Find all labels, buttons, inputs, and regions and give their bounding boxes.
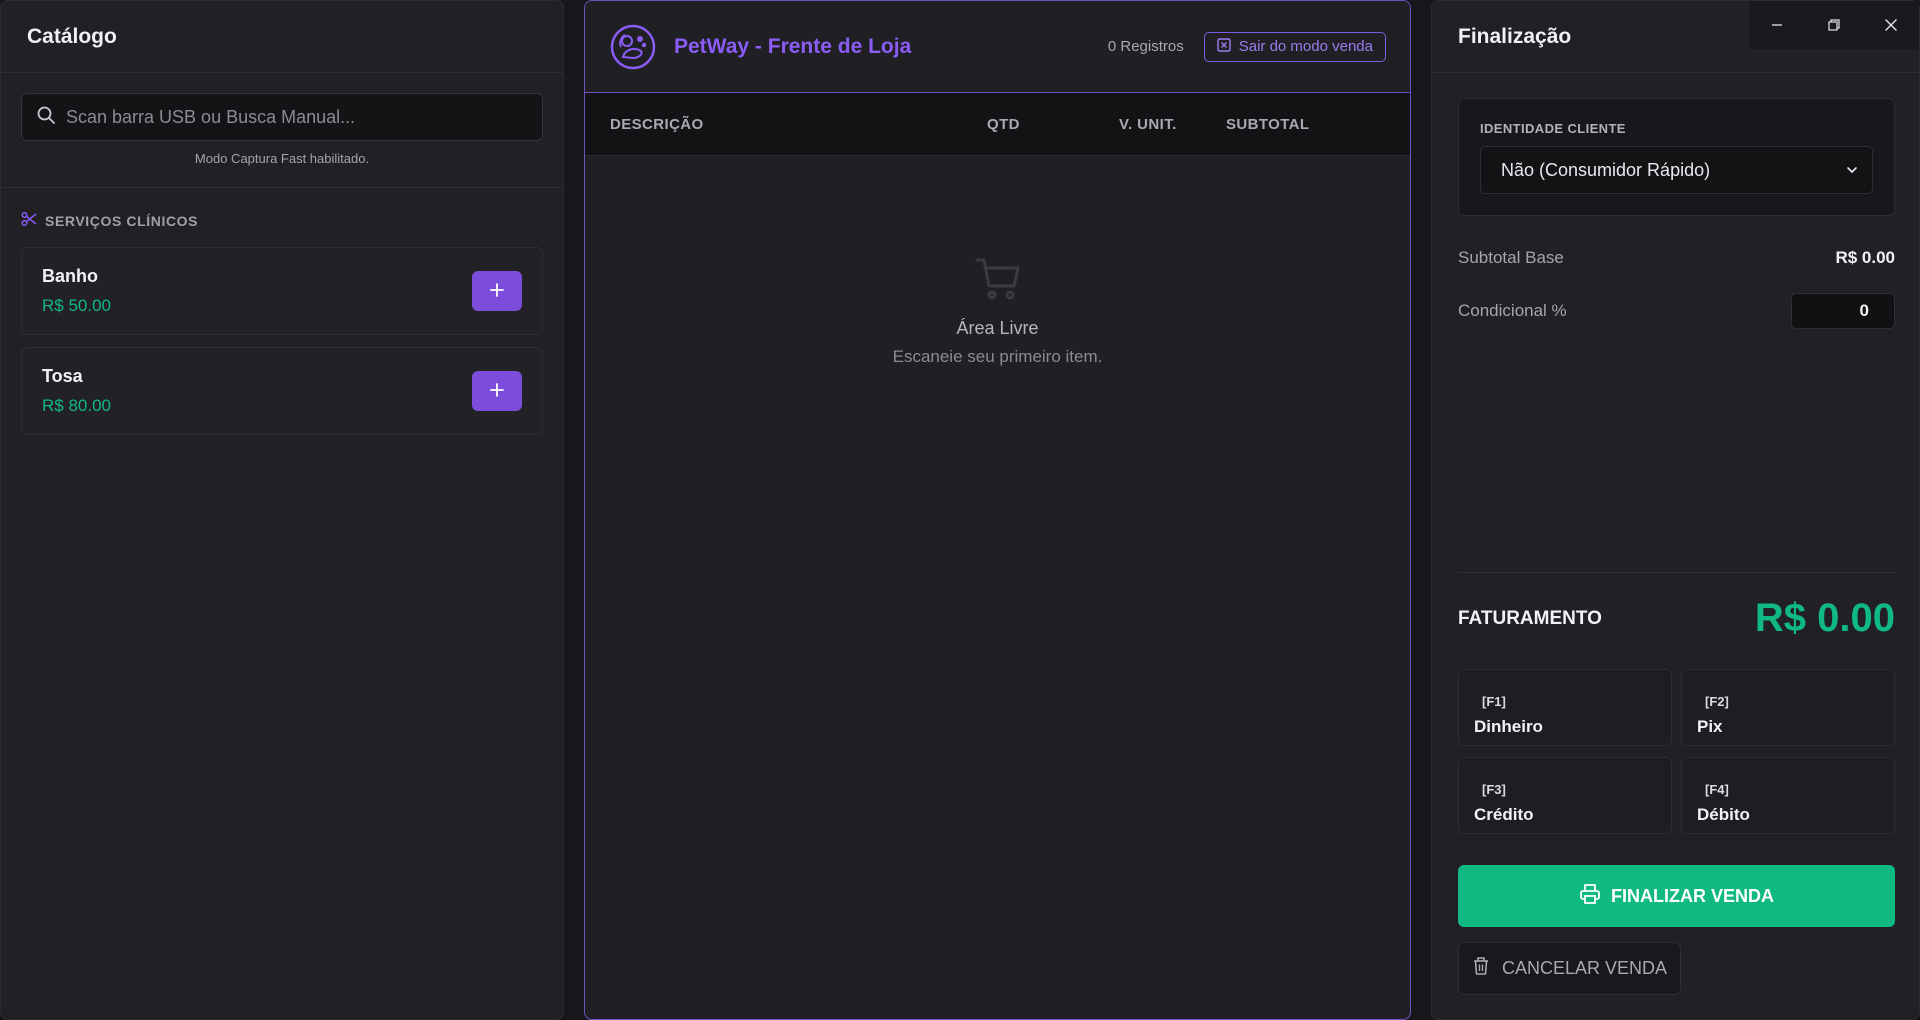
item-name: Banho [42,266,98,286]
payment-credit-button[interactable]: [F3] Crédito [1458,757,1672,834]
empty-subtitle: Escaneie seu primeiro item. [892,347,1103,366]
column-subtotal: SUBTOTAL [1226,116,1310,133]
scissors-icon [21,211,37,232]
discount-label: Condicional % [1458,301,1567,320]
payment-name: Pix [1697,717,1723,736]
list-item: Banho R$ 50.00 [21,247,543,335]
add-item-button[interactable] [472,271,522,311]
payment-name: Dinheiro [1474,717,1543,736]
total-value: R$ 0.00 [1754,596,1895,640]
item-price: R$ 80.00 [42,396,111,415]
client-select-value: Não (Consumidor Rápido) [1501,159,1711,180]
register-panel: PetWay - Frente de Loja 0 Registros Sair… [584,0,1411,1020]
discount-input[interactable] [1791,293,1895,329]
payment-shortcut: [F2] [1705,694,1729,709]
payment-cash-button[interactable]: [F1] Dinheiro [1458,669,1672,746]
checkout-panel: Finalização IDENTIDADE CLIENTE Não (Cons… [1431,0,1920,1020]
subtotal-row: Subtotal Base R$ 0.00 [1458,248,1895,268]
minimize-icon[interactable] [1757,5,1797,45]
exit-sale-mode-button[interactable]: Sair do modo venda [1203,31,1386,62]
plus-icon [490,282,504,300]
petway-logo-icon [609,23,657,71]
item-name: Tosa [42,366,83,386]
trash-icon [1472,956,1490,981]
search-area: Modo Captura Fast habilitado. [1,73,563,188]
column-qty: QTD [987,116,1020,133]
empty-title: Área Livre [956,318,1039,338]
payment-shortcut: [F3] [1482,782,1506,797]
search-hint: Modo Captura Fast habilitado. [194,151,370,166]
client-label: IDENTIDADE CLIENTE [1480,121,1626,136]
chevron-down-icon [1846,160,1858,181]
client-identity-box: IDENTIDADE CLIENTE Não (Consumidor Rápid… [1458,98,1895,216]
payment-shortcut: [F1] [1482,694,1506,709]
payment-shortcut: [F4] [1705,782,1729,797]
subtotal-value: R$ 0.00 [1835,248,1895,267]
checkout-title: Finalização [1458,24,1572,48]
plus-icon [490,382,504,400]
catalog-title: Catálogo [27,24,117,48]
payment-pix-button[interactable]: [F2] Pix [1681,669,1895,746]
list-item: Tosa R$ 80.00 [21,347,543,435]
search-icon [36,105,56,130]
close-box-icon [1217,37,1231,56]
finalize-sale-label: FINALIZAR VENDA [1611,885,1774,906]
catalog-header: Catálogo [1,1,563,73]
client-select[interactable]: Não (Consumidor Rápido) [1480,146,1873,194]
service-list: Banho R$ 50.00 Tosa R$ 80.00 [1,247,563,435]
cart-icon [974,258,1022,307]
search-input[interactable] [66,106,528,128]
register-header: PetWay - Frente de Loja 0 Registros Sair… [585,1,1410,93]
column-unit-price: V. UNIT. [1119,116,1177,133]
section-header: SERVIÇOS CLÍNICOS [1,211,563,231]
records-count: 0 Registros [1107,38,1184,55]
payment-name: Crédito [1474,805,1534,824]
search-box[interactable] [21,93,543,141]
total-row: FATURAMENTO R$ 0.00 [1458,596,1895,641]
restore-icon[interactable] [1814,5,1854,45]
cancel-sale-label: CANCELAR VENDA [1501,958,1668,978]
exit-sale-mode-label: Sair do modo venda [1238,38,1373,55]
payment-methods: [F1] Dinheiro [F2] Pix [F3] Crédito [F4]… [1458,669,1895,834]
window-controls [1749,1,1919,49]
payment-debit-button[interactable]: [F4] Débito [1681,757,1895,834]
close-icon[interactable] [1871,5,1911,45]
empty-state: Área Livre Escaneie seu primeiro item. [585,255,1410,367]
finalize-sale-button[interactable]: FINALIZAR VENDA [1458,865,1895,927]
table-header: DESCRIÇÃO QTD V. UNIT. SUBTOTAL [585,93,1410,156]
cancel-sale-button[interactable]: CANCELAR VENDA [1458,942,1681,995]
discount-row: Condicional % [1458,293,1895,329]
printer-icon [1579,883,1601,910]
subtotal-label: Subtotal Base [1458,248,1564,267]
divider [1458,572,1895,573]
total-label: FATURAMENTO [1458,607,1602,629]
register-title: PetWay - Frente de Loja [674,34,912,58]
catalog-panel: Catálogo Modo Captura Fast habilitado. S… [0,0,564,1020]
pos-app: Catálogo Modo Captura Fast habilitado. S… [0,0,1920,1020]
item-price: R$ 50.00 [42,296,111,315]
column-description: DESCRIÇÃO [610,116,704,133]
payment-name: Débito [1697,805,1750,824]
add-item-button[interactable] [472,371,522,411]
section-label: SERVIÇOS CLÍNICOS [45,213,199,229]
